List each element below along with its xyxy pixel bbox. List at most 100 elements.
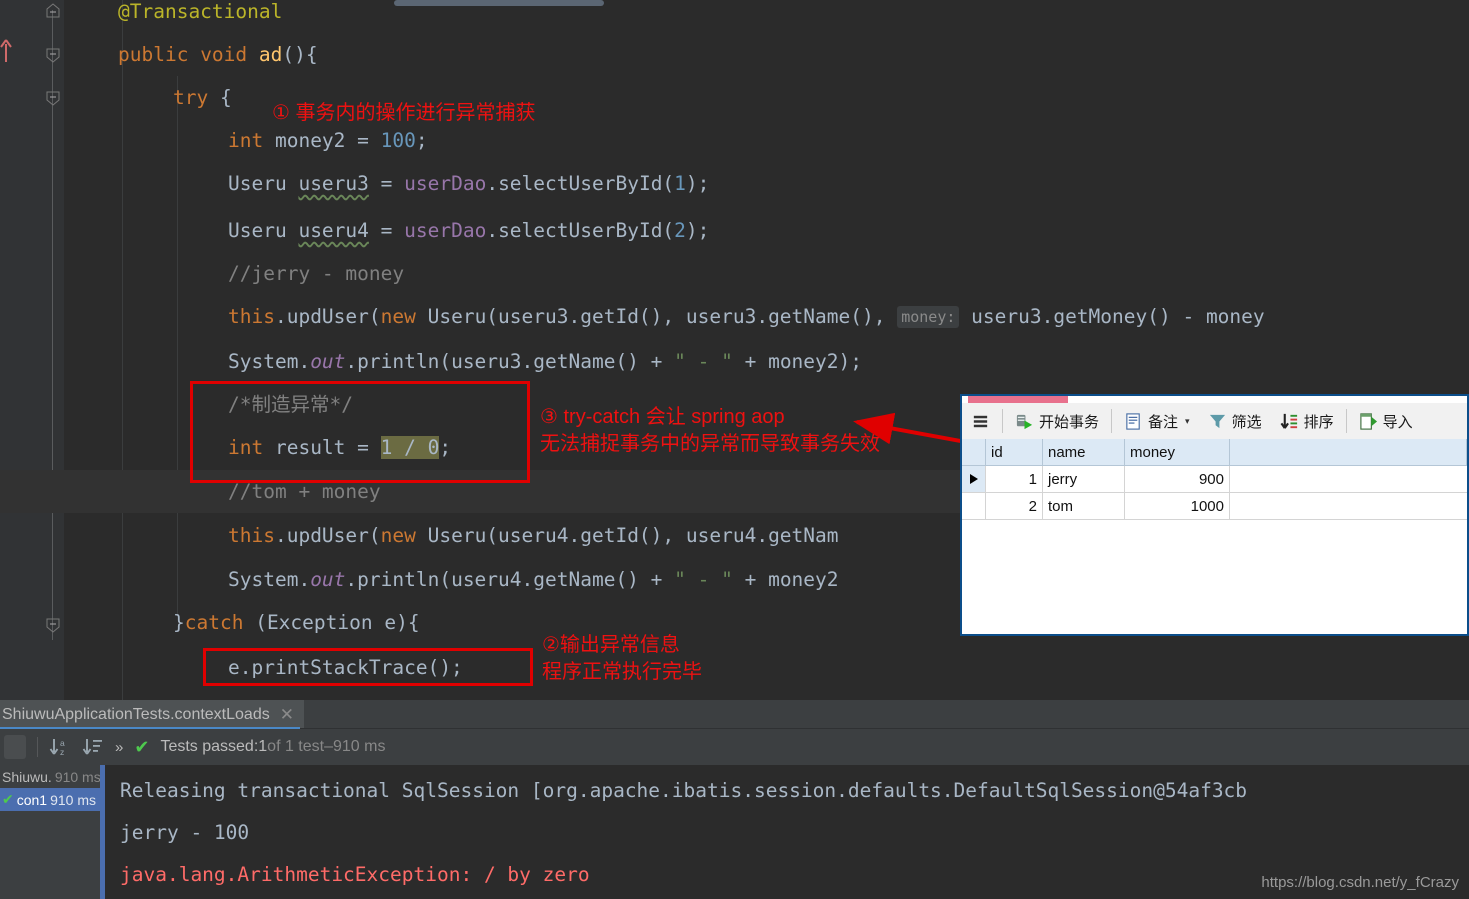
cell-filler [1230,493,1467,520]
code-token: out [310,568,346,591]
cell-name[interactable]: tom [1043,493,1125,520]
import-icon [1359,412,1377,430]
code-token: new [380,524,428,547]
table-row[interactable]: 2 tom 1000 [962,493,1467,520]
toolbar-separator [1002,409,1003,433]
code-line[interactable]: e.printStackTrace(); [228,646,463,689]
tab-test-run[interactable]: ShiuwuApplicationTests.contextLoads ✕ [0,700,304,729]
toolbar-separator [1111,409,1113,433]
start-transaction-icon [1016,414,1033,429]
code-line[interactable]: int result = 1 / 0; [228,426,451,469]
code-line[interactable]: public void ad(){ [118,33,318,76]
tests-passed-label: Tests passed: [160,738,259,755]
rerun-button[interactable] [4,735,26,759]
tree-item-root[interactable]: Shiuwu. 910 ms [0,765,100,788]
status-dash: – [324,738,333,755]
code-line[interactable]: this.updUser(new Useru(useru4.getId(), u… [228,514,839,557]
code-token: ; [415,129,428,152]
column-header-name[interactable]: name [1043,439,1125,466]
more-actions-icon[interactable]: » [115,739,123,756]
code-token: userDao [404,172,487,195]
cell-id[interactable]: 1 [986,466,1043,493]
code-token: void [200,43,259,66]
code-token: = [368,219,405,242]
chevron-down-icon[interactable]: ▾ [1185,416,1190,427]
tool-window-tabbar[interactable]: ShiuwuApplicationTests.contextLoads ✕ [0,700,1469,730]
code-token: @Transactional [118,0,283,23]
code-fold-marker-icon[interactable] [45,90,60,106]
code-token: /*制造异常*/ [228,393,353,416]
code-token: ; [439,436,452,459]
note-2: ②输出异常信息 程序正常执行完毕 [542,634,702,683]
run-tool-window[interactable]: ShiuwuApplicationTests.contextLoads ✕ a … [0,700,1469,899]
row-marker [962,466,986,493]
code-token: ); [685,219,710,242]
sort-alphabetically-icon[interactable]: a z [49,736,71,758]
code-line[interactable]: }catch (Exception e){ [173,601,420,644]
tree-item-duration: 910 ms [50,791,97,808]
console-line-error: java.lang.ArithmeticException: / by zero [120,863,590,886]
code-token: 100 [380,129,416,152]
tree-item-contextloads[interactable]: ✔ con1 910 ms [0,788,100,811]
code-line[interactable]: this.updUser(new Useru(useru3.getId(), u… [228,295,1265,338]
code-fold-marker-icon[interactable] [45,47,60,63]
code-line[interactable]: /*制造异常*/ [228,383,353,426]
tree-item-duration: 910 ms [54,768,100,785]
svg-text:z: z [60,747,64,757]
code-line[interactable]: Useru useru3 = userDao.selectUserById(1)… [228,162,709,205]
horizontal-scrollbar-top[interactable] [394,0,604,6]
code-token: useru3 [298,172,369,195]
code-token: .println(useru3.getName() + [345,350,675,373]
test-status-bar[interactable]: a z » ✔ Tests passed: 1 of 1 test – 910 … [0,729,1469,765]
test-results-tree[interactable]: Shiuwu. 910 ms ✔ con1 910 ms [0,765,100,899]
code-token: = [368,172,405,195]
editor-gutter[interactable] [0,0,64,700]
code-line[interactable]: System.out.println(useru3.getName() + " … [228,340,862,383]
code-token: useru3.getMoney() - money [959,305,1265,328]
sort-by-duration-icon[interactable] [82,736,104,758]
code-token: e.printStackTrace(); [228,656,463,679]
note-3: ③ try-catch 会让 spring aop 无法捕捉事务中的异常而导致事… [540,406,880,455]
code-token: } [173,611,185,634]
code-line[interactable]: System.out.println(useru4.getName() + " … [228,558,839,601]
note-button[interactable]: 备注 ▾ [1115,406,1199,436]
code-token: userDao [404,219,487,242]
code-line[interactable]: //jerry - money [228,252,404,295]
code-token: System. [228,568,311,591]
code-token: int [228,436,275,459]
start-transaction-button[interactable]: 开始事务 [1006,406,1108,436]
code-token: this [228,524,275,547]
code-token: (){ [282,43,318,66]
filter-button[interactable]: 筛选 [1199,406,1271,436]
navicat-toolbar[interactable]: 开始事务 备注 ▾ 筛选 排序 导入 [962,403,1467,439]
code-fold-marker-icon[interactable] [45,617,60,633]
tests-total-label: of 1 test [267,738,325,755]
import-button[interactable]: 导入 [1350,406,1422,436]
menu-button[interactable] [962,406,999,436]
table-row[interactable]: 1 jerry 900 [962,466,1467,493]
code-line[interactable]: @Transactional [118,0,282,33]
code-line[interactable]: Useru useru4 = userDao.selectUserById(2)… [228,209,709,252]
cell-money[interactable]: 900 [1125,466,1230,493]
tests-passed-count: 1 [258,738,268,755]
code-token: //tom + money [228,480,381,503]
close-icon[interactable]: ✕ [280,705,294,725]
navicat-table-panel[interactable]: 开始事务 备注 ▾ 筛选 排序 导入 id name money 1 jerry… [960,394,1469,636]
code-token: System. [228,350,311,373]
code-fold-marker-icon[interactable] [45,3,60,18]
cell-money[interactable]: 1000 [1125,493,1230,520]
column-header-money[interactable]: money [1125,439,1230,466]
current-row-arrow-icon [969,474,978,484]
watermark: https://blog.csdn.net/y_fCrazy [1261,874,1459,891]
cell-name[interactable]: jerry [1043,466,1125,493]
code-token: //jerry - money [228,262,405,285]
test-passed-check-icon: ✔ [2,791,14,807]
code-line[interactable]: try { [173,76,232,119]
cell-id[interactable]: 2 [986,493,1043,520]
code-token: useru4 [298,219,369,242]
toolbar-separator [1345,409,1347,433]
column-header-id[interactable]: id [986,439,1043,466]
sort-button[interactable]: 排序 [1271,406,1343,436]
navicat-data-grid[interactable]: id name money 1 jerry 900 2 tom 1000 [962,439,1467,634]
row-marker-header [962,439,986,466]
